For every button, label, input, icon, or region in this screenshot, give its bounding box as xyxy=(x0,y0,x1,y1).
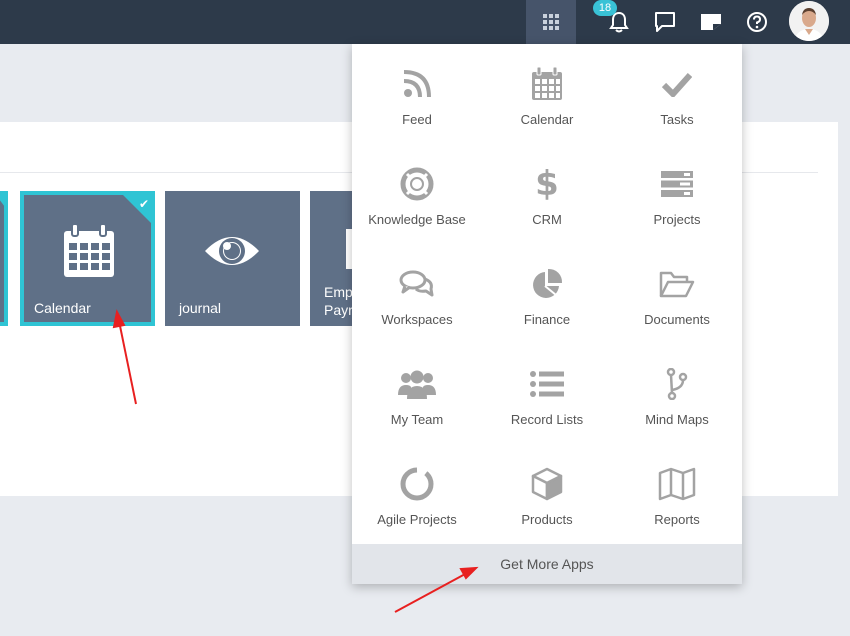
app-tile-journal[interactable]: journal xyxy=(165,191,300,326)
app-label: Products xyxy=(521,512,573,527)
app-item-calendar[interactable]: Calendar xyxy=(482,44,612,144)
app-item-knowledge-base[interactable]: Knowledge Base xyxy=(352,144,482,244)
tile-label: Calendar xyxy=(34,300,91,316)
app-label: Workspaces xyxy=(381,312,453,327)
app-item-feed[interactable]: Feed xyxy=(352,44,482,144)
app-item-agile-projects[interactable]: Agile Projects xyxy=(352,444,482,544)
apps-dropdown-menu: Feed Calendar Tasks Knowledge Base $ CRM… xyxy=(352,44,742,584)
app-item-finance[interactable]: Finance xyxy=(482,244,612,344)
list-icon xyxy=(530,371,564,397)
app-item-my-team[interactable]: My Team xyxy=(352,344,482,444)
app-tile-partial[interactable] xyxy=(0,191,8,326)
chat-bubbles-icon xyxy=(399,270,434,297)
tile-label-line1: Emp xyxy=(324,284,353,300)
app-item-documents[interactable]: Documents xyxy=(612,244,742,344)
app-item-crm[interactable]: $ CRM xyxy=(482,144,612,244)
app-label: Mind Maps xyxy=(645,412,709,427)
tile-label: journal xyxy=(179,300,222,316)
app-label: Projects xyxy=(653,212,701,227)
messages-button[interactable] xyxy=(645,0,685,44)
help-icon xyxy=(747,12,767,32)
app-label: Calendar xyxy=(520,112,574,127)
app-label: Feed xyxy=(402,112,432,127)
app-label: Documents xyxy=(644,312,710,327)
dollar-icon: $ xyxy=(535,164,559,204)
tile-label-line2: Payr xyxy=(324,302,353,318)
app-label: CRM xyxy=(532,212,562,227)
calendar-icon xyxy=(532,67,562,100)
chat-icon xyxy=(655,12,675,32)
app-item-tasks[interactable]: Tasks xyxy=(612,44,742,144)
app-label: Agile Projects xyxy=(377,512,457,527)
app-item-workspaces[interactable]: Workspaces xyxy=(352,244,482,344)
help-button[interactable] xyxy=(737,0,777,44)
apps-grid: Feed Calendar Tasks Knowledge Base $ CRM… xyxy=(352,44,742,544)
selected-corner xyxy=(119,191,155,227)
apps-menu-button[interactable] xyxy=(526,0,576,44)
team-icon xyxy=(398,370,436,399)
notification-count-badge: 18 xyxy=(593,0,617,16)
calendar-icon xyxy=(64,223,114,277)
app-label: My Team xyxy=(390,412,444,427)
app-label: Record Lists xyxy=(510,412,584,427)
app-item-projects[interactable]: Projects xyxy=(612,144,742,244)
get-more-apps-button[interactable]: Get More Apps xyxy=(352,544,742,584)
notes-button[interactable] xyxy=(691,0,731,44)
branch-icon xyxy=(666,368,688,400)
app-item-reports[interactable]: Reports xyxy=(612,444,742,544)
pie-chart-icon xyxy=(533,268,563,298)
check-icon: ✔ xyxy=(138,197,149,211)
lifebuoy-icon xyxy=(400,167,434,201)
app-label: Finance xyxy=(523,312,571,327)
app-label: Tasks xyxy=(660,112,694,127)
app-item-products[interactable]: Products xyxy=(482,444,612,544)
rss-icon xyxy=(403,70,431,98)
user-avatar[interactable] xyxy=(789,1,829,41)
app-item-mind-maps[interactable]: Mind Maps xyxy=(612,344,742,444)
app-tile-calendar[interactable]: ✔ Calendar xyxy=(20,191,155,326)
app-item-record-lists[interactable]: Record Lists xyxy=(482,344,612,444)
app-label: Knowledge Base xyxy=(368,212,466,227)
map-icon xyxy=(658,467,696,501)
ring-icon xyxy=(400,467,434,501)
note-icon xyxy=(701,14,721,30)
check-icon xyxy=(662,72,692,97)
top-navigation-bar: 18 xyxy=(0,0,850,44)
app-label: Reports xyxy=(654,512,700,527)
grid-icon xyxy=(543,14,559,30)
folder-open-icon xyxy=(659,271,695,298)
eye-icon xyxy=(205,237,259,265)
server-icon xyxy=(661,171,693,197)
avatar-icon xyxy=(789,1,829,41)
cube-icon xyxy=(531,467,563,501)
